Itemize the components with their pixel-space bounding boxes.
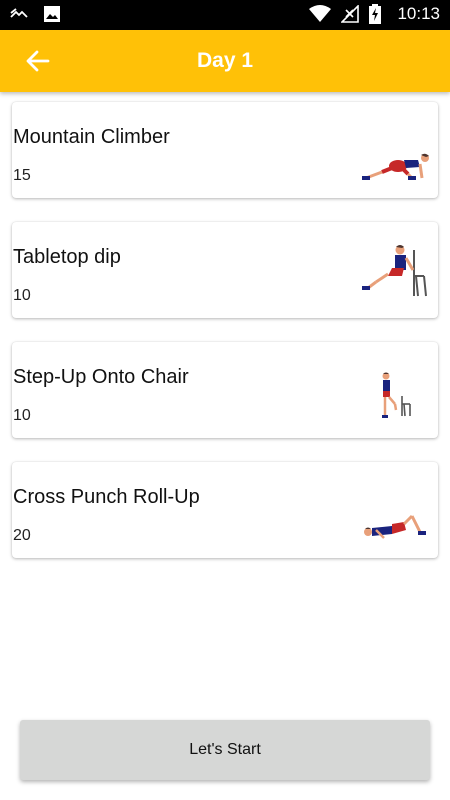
wifi-icon <box>309 5 332 22</box>
image-icon <box>44 6 60 22</box>
status-bar: 10:13 <box>0 0 450 30</box>
exercise-card-step-up[interactable]: Step-Up Onto Chair 10 <box>12 342 438 438</box>
lets-start-button[interactable]: Let's Start <box>20 720 430 780</box>
exercise-count: 15 <box>13 167 31 184</box>
exercise-card-cross-punch-roll-up[interactable]: Cross Punch Roll-Up 20 <box>12 462 438 558</box>
exercise-name: Mountain Climber <box>13 126 170 148</box>
step-up-figure <box>382 372 411 418</box>
status-left <box>10 6 60 22</box>
exercise-name: Cross Punch Roll-Up <box>13 486 200 508</box>
status-time: 10:13 <box>397 4 440 23</box>
link-icon <box>10 8 28 18</box>
exercise-count: 10 <box>13 407 31 424</box>
tabletop-dip-figure <box>362 245 427 297</box>
exercise-card-mountain-climber[interactable]: Mountain Climber 15 <box>12 102 438 198</box>
status-right: 10:13 <box>309 4 440 24</box>
cross-punch-rollup-figure <box>364 514 426 539</box>
mountain-climber-figure <box>362 153 429 180</box>
page-title: Day 1 <box>196 49 254 72</box>
no-signal-icon <box>341 5 360 23</box>
app-bar: Day 1 <box>0 30 450 92</box>
battery-charging-icon <box>369 4 382 24</box>
exercise-count: 20 <box>13 527 31 544</box>
exercise-count: 10 <box>13 287 31 304</box>
exercise-card-tabletop-dip[interactable]: Tabletop dip 10 <box>12 222 438 318</box>
exercise-name: Step-Up Onto Chair <box>13 366 189 388</box>
exercise-name: Tabletop dip <box>13 246 121 268</box>
